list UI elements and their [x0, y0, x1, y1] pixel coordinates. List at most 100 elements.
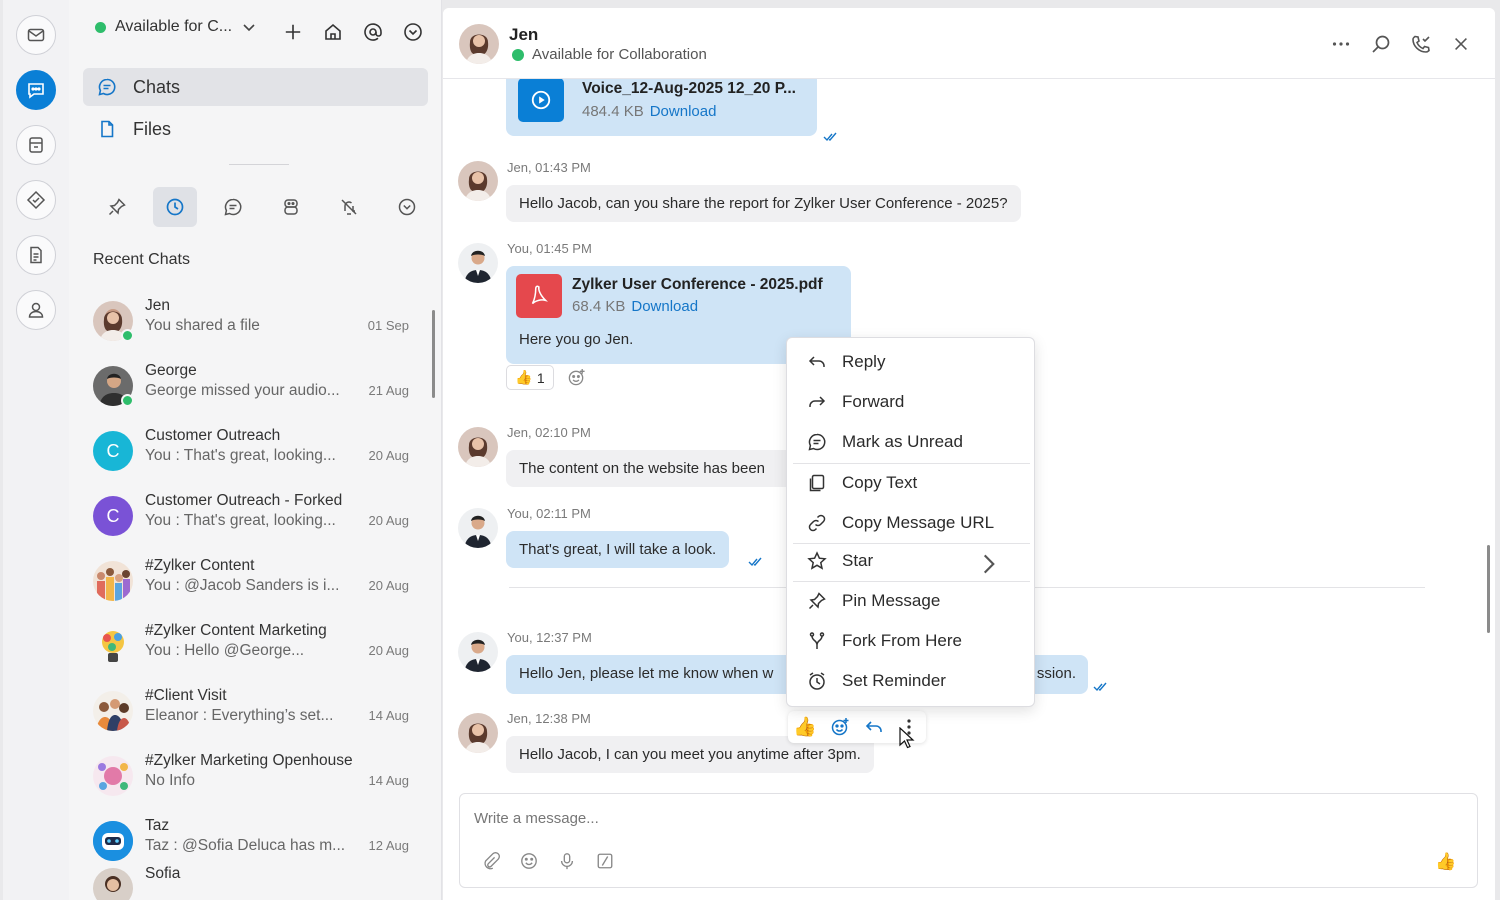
chat-item-sofia[interactable]: Sofia	[69, 865, 429, 900]
attachment-icon[interactable]	[482, 852, 500, 870]
menu-item-star[interactable]: Star	[787, 541, 1034, 581]
avatar	[93, 821, 133, 861]
chat-header: Jen Available for Collaboration	[443, 8, 1495, 79]
contact-status-text: Available for Collaboration	[532, 46, 707, 63]
close-icon[interactable]	[1451, 34, 1471, 54]
bot-icon	[284, 199, 298, 215]
message-bubble[interactable]: Hello Jacob, can you share the report fo…	[506, 185, 1021, 222]
menu-item-reminder[interactable]: Set Reminder	[787, 661, 1034, 701]
voice-file-size: 484.4 KB	[582, 103, 644, 120]
chat-item-jen[interactable]: Jen You shared a file 01 Sep	[69, 287, 429, 352]
chat-icon[interactable]	[16, 70, 56, 110]
chat-item-taz[interactable]: Taz Taz : @Sofia Deluca has m... 12 Aug	[69, 807, 429, 872]
menu-item-forward[interactable]: Forward	[787, 382, 1034, 422]
reaction-chip[interactable]: 👍 1	[506, 365, 554, 390]
add-reaction-icon[interactable]	[828, 715, 852, 739]
chat-preview: You : Hello @George...	[145, 642, 305, 659]
download-link[interactable]: Download	[631, 298, 698, 315]
menu-item-copy-url[interactable]: Copy Message URL	[787, 503, 1034, 543]
contacts-icon[interactable]	[16, 290, 56, 330]
message-text-start: Hello Jen, please let me know when w	[519, 665, 774, 682]
avatar[interactable]	[459, 24, 499, 64]
mute-icon	[341, 199, 357, 215]
chevron-circle-icon[interactable]	[401, 20, 424, 43]
avatar[interactable]	[458, 508, 498, 548]
chat-preview: You : That's great, looking...	[145, 447, 336, 464]
chat-preview: You : @Jacob Sanders is i...	[145, 577, 340, 594]
download-link[interactable]: Download	[650, 103, 717, 120]
plus-icon[interactable]	[281, 20, 304, 43]
avatar	[93, 691, 133, 731]
mail-icon[interactable]	[16, 15, 56, 55]
pin-icon	[108, 198, 126, 216]
nav-chats-label: Chats	[133, 76, 181, 97]
chat-item-client-visit[interactable]: #Client Visit Eleanor : Everything’s set…	[69, 677, 429, 742]
avatar[interactable]	[458, 427, 498, 467]
avatar: C	[93, 431, 133, 471]
thumbs-up-icon[interactable]: 👍	[1435, 852, 1456, 872]
cart-icon[interactable]	[16, 125, 56, 165]
chevron-down-icon	[243, 24, 255, 32]
message-bubble[interactable]: That's great, I will take a look.	[506, 531, 730, 568]
notes-icon[interactable]	[16, 235, 56, 275]
reply-icon[interactable]	[862, 715, 886, 739]
reply-icon	[808, 356, 825, 367]
pin-filter[interactable]	[95, 187, 139, 227]
chat-item-customer-outreach[interactable]: C Customer Outreach You : That's great, …	[69, 417, 429, 482]
nav-chats[interactable]: Chats	[83, 68, 428, 106]
chat-name: Taz	[145, 817, 170, 834]
menu-item-reply[interactable]: Reply	[787, 342, 1034, 382]
muted-filter[interactable]	[327, 187, 371, 227]
chat-name: #Zylker Content Marketing	[145, 622, 327, 639]
sidebar-scrollbar[interactable]	[432, 310, 435, 398]
message-text-end: ssion.	[1036, 665, 1076, 682]
avatar[interactable]	[458, 161, 498, 201]
home-icon[interactable]	[321, 20, 344, 43]
chat-item-zylker-content[interactable]: #Zylker Content You : @Jacob Sanders is …	[69, 547, 429, 612]
forward-icon	[809, 396, 826, 407]
chat-name: Sofia	[145, 865, 181, 882]
message-input[interactable]	[474, 806, 1374, 830]
more-horizontal-icon[interactable]	[1331, 34, 1351, 54]
thumbs-up-icon[interactable]: 👍	[793, 715, 817, 739]
chat-name: #Zylker Content	[145, 557, 255, 574]
avatar[interactable]	[458, 632, 498, 672]
chat-date: 21 Aug	[368, 383, 410, 398]
online-status-icon	[95, 21, 106, 33]
avatar[interactable]	[458, 713, 498, 753]
menu-item-label: Copy Message URL	[842, 513, 995, 532]
chat-scrollbar[interactable]	[1487, 545, 1490, 633]
chat-item-zylker-marketing-openhouse[interactable]: #Zylker Marketing Openhouse No Info 14 A…	[69, 742, 429, 807]
chat-preview: Eleanor : Everything’s set...	[145, 707, 334, 724]
voice-play-icon[interactable]	[518, 78, 564, 122]
menu-item-mark-unread[interactable]: Mark as Unread	[787, 422, 1034, 462]
chat-item-george[interactable]: George George missed your audio... 21 Au…	[69, 352, 429, 417]
recent-filter[interactable]	[153, 187, 197, 227]
verified-badge-icon[interactable]	[16, 180, 56, 220]
chat-name: Customer Outreach	[145, 427, 281, 444]
microphone-icon[interactable]	[558, 852, 576, 870]
avatar[interactable]	[458, 243, 498, 283]
phone-icon[interactable]	[1411, 34, 1431, 54]
chat-item-zylker-content-marketing[interactable]: #Zylker Content Marketing You : Hello @G…	[69, 612, 429, 677]
chat-preview: Taz : @Sofia Deluca has m...	[145, 837, 346, 854]
emoji-icon[interactable]	[520, 852, 538, 870]
chat-name: #Zylker Marketing Openhouse	[145, 752, 353, 769]
menu-item-fork[interactable]: Fork From Here	[787, 621, 1034, 661]
chat-date: 14 Aug	[368, 708, 410, 723]
nav-files[interactable]: Files	[83, 110, 428, 148]
chats-filter[interactable]	[211, 187, 255, 227]
search-icon[interactable]	[1371, 34, 1391, 54]
chat-preview: No Info	[145, 772, 195, 789]
status-selector[interactable]: Available for C...	[95, 18, 256, 36]
menu-item-copy-text[interactable]: Copy Text	[787, 463, 1034, 503]
bots-filter[interactable]	[269, 187, 313, 227]
add-reaction-icon[interactable]	[567, 368, 586, 392]
voice-message[interactable]: Voice_12-Aug-2025 12_20 P... 484.4 KB Dow…	[506, 70, 817, 136]
menu-item-pin[interactable]: Pin Message	[787, 581, 1034, 621]
more-filter[interactable]	[385, 187, 429, 227]
mention-icon[interactable]	[361, 20, 384, 43]
format-icon[interactable]	[596, 852, 614, 870]
message-bubble[interactable]: The content on the website has been	[506, 450, 806, 487]
chat-item-customer-outreach-forked[interactable]: C Customer Outreach - Forked You : That'…	[69, 482, 429, 547]
